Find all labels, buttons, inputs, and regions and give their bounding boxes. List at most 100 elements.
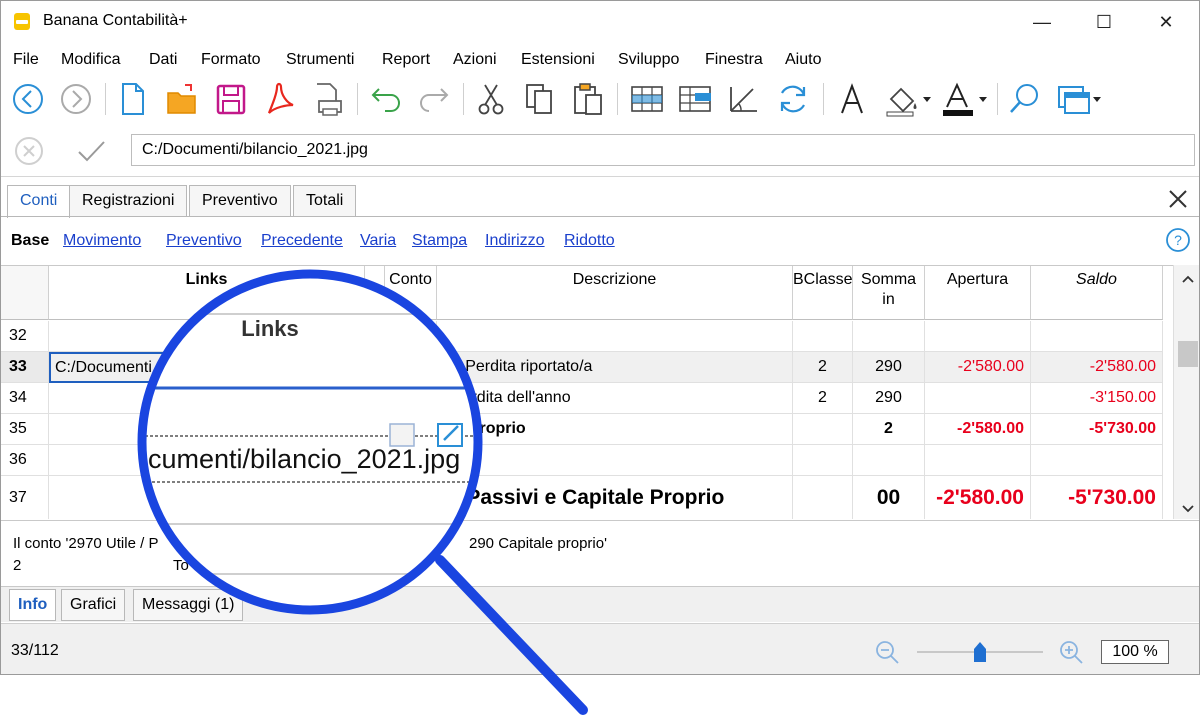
redo-icon[interactable] bbox=[417, 81, 451, 117]
cell-bclasse[interactable] bbox=[793, 321, 853, 352]
col-header-bclasse[interactable]: BClasse bbox=[793, 266, 853, 320]
cell-apertura[interactable]: -2'580.00 bbox=[925, 414, 1031, 445]
forward-icon[interactable] bbox=[59, 81, 93, 117]
menu-estensioni[interactable]: Estensioni bbox=[521, 51, 595, 69]
window-icon[interactable] bbox=[1055, 81, 1105, 117]
cell-somma-in[interactable]: 290 bbox=[853, 383, 925, 414]
text-color-icon[interactable] bbox=[941, 81, 991, 117]
tab-info[interactable]: Info bbox=[9, 589, 57, 621]
copy-icon[interactable] bbox=[523, 81, 555, 117]
menu-sviluppo[interactable]: Sviluppo bbox=[618, 51, 679, 69]
pdf-icon[interactable] bbox=[263, 81, 295, 117]
cell-descrizione[interactable]: le Passivi e Capitale Proprio bbox=[437, 476, 793, 519]
menu-modifica[interactable]: Modifica bbox=[61, 51, 121, 69]
row-number[interactable]: 35 bbox=[1, 414, 49, 445]
cell-saldo[interactable]: -5'730.00 bbox=[1031, 414, 1163, 445]
col-header-links[interactable]: Links bbox=[49, 266, 365, 320]
refresh-icon[interactable] bbox=[775, 81, 811, 117]
tab-totali[interactable]: Totali bbox=[293, 185, 357, 217]
tab-conti[interactable]: Conti bbox=[7, 185, 71, 218]
back-icon[interactable] bbox=[11, 81, 45, 117]
tab-grafici[interactable]: Grafici bbox=[61, 589, 126, 621]
zoom-slider-thumb[interactable] bbox=[973, 641, 987, 663]
edit-icon[interactable] bbox=[727, 81, 761, 117]
view-ridotto[interactable]: Ridotto bbox=[564, 232, 615, 250]
maximize-button[interactable]: ☐ bbox=[1081, 5, 1127, 39]
view-precedente[interactable]: Precedente bbox=[261, 232, 343, 250]
cell-links[interactable] bbox=[49, 445, 437, 476]
cell-descrizione[interactable] bbox=[437, 321, 793, 352]
cell-edit-input[interactable]: C:/Documenti/bilancio_2021.jpg bbox=[131, 134, 1195, 166]
fill-color-icon[interactable] bbox=[883, 81, 933, 117]
row-number[interactable]: 32 bbox=[1, 321, 49, 352]
cell-links[interactable] bbox=[49, 414, 437, 445]
scroll-down-icon[interactable] bbox=[1181, 501, 1195, 519]
menu-file[interactable]: File bbox=[13, 51, 39, 69]
col-header-gruppo[interactable] bbox=[365, 266, 385, 320]
menu-formato[interactable]: Formato bbox=[201, 51, 261, 69]
zoom-in-icon[interactable] bbox=[1057, 638, 1085, 671]
cell-bclasse[interactable]: 2 bbox=[793, 352, 853, 383]
menu-azioni[interactable]: Azioni bbox=[453, 51, 497, 69]
paste-icon[interactable] bbox=[571, 81, 605, 117]
col-header-apertura[interactable]: Apertura bbox=[925, 266, 1031, 320]
menu-report[interactable]: Report bbox=[382, 51, 430, 69]
cell-somma-in[interactable] bbox=[853, 445, 925, 476]
cell-apertura[interactable]: -2'580.00 bbox=[925, 352, 1031, 383]
cell-bclasse[interactable] bbox=[793, 476, 853, 519]
undo-icon[interactable] bbox=[369, 81, 403, 117]
cell-somma-in[interactable] bbox=[853, 321, 925, 352]
cell-saldo[interactable]: -5'730.00 bbox=[1031, 476, 1163, 519]
insert-row-icon[interactable] bbox=[629, 81, 665, 117]
view-stampa[interactable]: Stampa bbox=[412, 232, 467, 250]
scroll-up-icon[interactable] bbox=[1181, 271, 1195, 289]
cell-apertura[interactable] bbox=[925, 445, 1031, 476]
print-preview-icon[interactable] bbox=[311, 81, 345, 117]
cell-apertura[interactable] bbox=[925, 383, 1031, 414]
close-tab-icon[interactable] bbox=[1166, 187, 1190, 216]
menu-dati[interactable]: Dati bbox=[149, 51, 177, 69]
vertical-scrollbar[interactable] bbox=[1173, 265, 1199, 519]
row-number[interactable]: 36 bbox=[1, 445, 49, 476]
cell-somma-in[interactable]: 290 bbox=[853, 352, 925, 383]
move-row-icon[interactable] bbox=[677, 81, 713, 117]
col-header-conto[interactable]: Conto bbox=[385, 266, 437, 320]
cell-somma-in[interactable]: 00 bbox=[853, 476, 925, 519]
view-movimento[interactable]: Movimento bbox=[63, 232, 141, 250]
open-folder-icon[interactable] bbox=[165, 81, 199, 117]
cell-saldo[interactable]: -2'580.00 bbox=[1031, 352, 1163, 383]
cell-links[interactable] bbox=[49, 476, 437, 519]
cell-apertura[interactable]: -2'580.00 bbox=[925, 476, 1031, 519]
row-number[interactable]: 33 bbox=[1, 352, 49, 383]
close-button[interactable]: ✕ bbox=[1143, 5, 1189, 39]
col-header-descrizione[interactable]: Descrizione bbox=[437, 266, 793, 320]
cell-bclasse[interactable] bbox=[793, 445, 853, 476]
view-base[interactable]: Base bbox=[11, 232, 49, 250]
menu-finestra[interactable]: Finestra bbox=[705, 51, 763, 69]
cell-descrizione[interactable]: e / Perdita riportato/a bbox=[437, 352, 793, 383]
menu-aiuto[interactable]: Aiuto bbox=[785, 51, 821, 69]
confirm-edit-icon[interactable] bbox=[75, 135, 107, 172]
menu-strumenti[interactable]: Strumenti bbox=[286, 51, 354, 69]
col-header-saldo[interactable]: Saldo bbox=[1031, 266, 1163, 320]
cut-icon[interactable] bbox=[475, 81, 507, 117]
tab-messaggi[interactable]: Messaggi (1) bbox=[133, 589, 244, 621]
help-icon[interactable]: ? bbox=[1165, 227, 1191, 258]
cell-descrizione[interactable] bbox=[437, 445, 793, 476]
zoom-percentage[interactable]: 100 % bbox=[1101, 640, 1169, 664]
view-varia[interactable]: Varia bbox=[360, 232, 396, 250]
cell-bclasse[interactable] bbox=[793, 414, 853, 445]
row-number[interactable]: 37 bbox=[1, 476, 49, 519]
cell-links[interactable] bbox=[49, 321, 437, 352]
save-icon[interactable] bbox=[215, 81, 247, 117]
cell-apertura[interactable] bbox=[925, 321, 1031, 352]
cell-descrizione[interactable]: ale proprio bbox=[437, 414, 793, 445]
view-indirizzo[interactable]: Indirizzo bbox=[485, 232, 545, 250]
cell-saldo[interactable] bbox=[1031, 321, 1163, 352]
new-file-icon[interactable] bbox=[117, 81, 147, 117]
font-icon[interactable] bbox=[837, 81, 867, 117]
view-preventivo[interactable]: Preventivo bbox=[166, 232, 242, 250]
cell-links[interactable] bbox=[49, 383, 437, 414]
cell-links-selected[interactable]: C:/Documenti bbox=[49, 352, 437, 383]
minimize-button[interactable]: — bbox=[1019, 5, 1065, 39]
